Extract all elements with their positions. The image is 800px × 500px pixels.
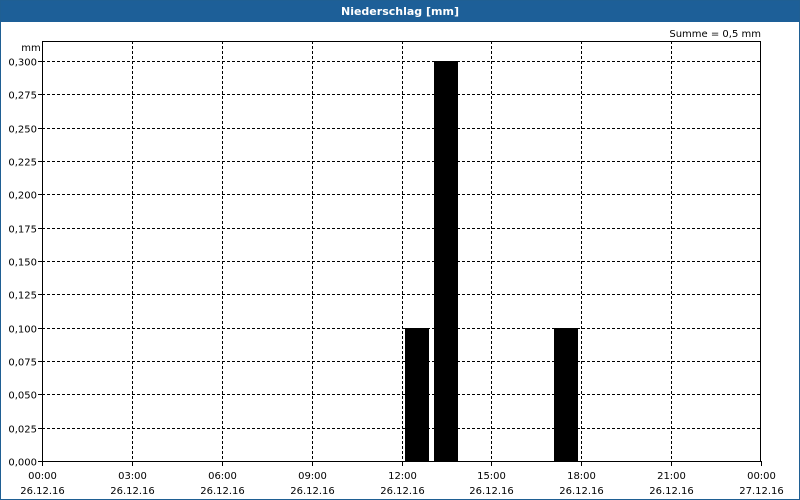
- x-tick-date-label: 26.12.16: [380, 486, 425, 497]
- y-tick-label: 0,225: [8, 158, 37, 169]
- x-tick-time-label: 12:00: [388, 471, 417, 482]
- precipitation-bar: [434, 61, 458, 461]
- plot-area: [42, 41, 761, 461]
- x-tick-time-label: 06:00: [208, 471, 237, 482]
- x-tick-date-label: 26.12.16: [290, 486, 335, 497]
- y-tick-label: 0,050: [8, 391, 37, 402]
- x-tick-date-label: 27.12.16: [739, 486, 784, 497]
- x-tick-time-label: 18:00: [567, 471, 596, 482]
- x-tick-time-label: 00:00: [747, 471, 776, 482]
- precipitation-bar: [554, 328, 578, 461]
- y-tick-label: 0,175: [8, 225, 37, 236]
- x-tick-time-label: 03:00: [118, 471, 147, 482]
- x-tick-date-label: 26.12.16: [20, 486, 65, 497]
- y-tick-label: 0,150: [8, 258, 37, 269]
- x-tick-date-label: 26.12.16: [200, 486, 245, 497]
- y-axis-unit-label: mm: [21, 43, 40, 54]
- y-tick-label: 0,275: [8, 91, 37, 102]
- x-tick-date-label: 26.12.16: [649, 486, 694, 497]
- y-tick-label: 0,125: [8, 291, 37, 302]
- x-tick-time-label: 09:00: [298, 471, 327, 482]
- y-tick-label: 0,025: [8, 425, 37, 436]
- y-tick-label: 0,250: [8, 125, 37, 136]
- sum-summary: Summe = 0,5 mm: [669, 29, 761, 40]
- y-tick-label: 0,300: [8, 58, 37, 69]
- y-tick-label: 0,200: [8, 191, 37, 202]
- x-tick-time-label: 00:00: [28, 471, 57, 482]
- x-tick-date-label: 26.12.16: [110, 486, 155, 497]
- x-tick-time-label: 15:00: [477, 471, 506, 482]
- precipitation-bar: [405, 328, 429, 461]
- y-tick-label: 0,000: [8, 458, 37, 469]
- y-tick-label: 0,075: [8, 358, 37, 369]
- precipitation-chart: 0,000 0,025 0,050 0,075 0,100 0,125 0,150 0,175…: [8, 29, 784, 497]
- x-tick-date-label: 26.12.16: [559, 486, 604, 497]
- grid: [42, 41, 761, 461]
- y-tick-label: 0,100: [8, 325, 37, 336]
- x-tick-date-label: 26.12.16: [469, 486, 514, 497]
- x-tick-time-label: 21:00: [657, 471, 686, 482]
